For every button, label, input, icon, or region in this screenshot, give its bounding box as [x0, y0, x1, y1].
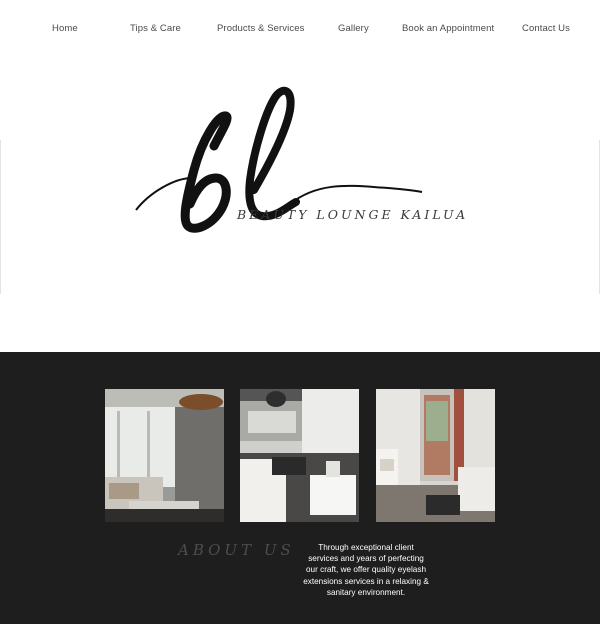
- photo-sofa-image: [240, 389, 359, 522]
- gallery-photo-sofa[interactable]: [240, 389, 359, 522]
- nav-home-link[interactable]: Home: [52, 23, 78, 34]
- about-section: ABOUT US Through exceptional client serv…: [0, 352, 600, 624]
- hero-border-left: [0, 140, 1, 294]
- nav-products-services-link[interactable]: Products & Services: [217, 23, 304, 34]
- page: Home Tips & Care Products & Services Gal…: [0, 0, 600, 624]
- nav-gallery-link[interactable]: Gallery: [338, 23, 369, 34]
- top-navigation: Home Tips & Care Products & Services Gal…: [0, 0, 600, 60]
- about-us-description: Through exceptional client services and …: [303, 543, 429, 597]
- nav-tips-care-link[interactable]: Tips & Care: [130, 23, 181, 34]
- photo-hallway-image: [376, 389, 495, 522]
- brand-logo[interactable]: BEAUTY LOUNGE KAILUA: [130, 80, 480, 240]
- logo-tagline: BEAUTY LOUNGE KAILUA: [237, 207, 469, 222]
- photo-lounge-image: [105, 389, 224, 522]
- gallery-photo-hallway[interactable]: [376, 389, 495, 522]
- hero-section: BEAUTY LOUNGE KAILUA: [0, 60, 600, 295]
- nav-contact-us-link[interactable]: Contact Us: [522, 23, 570, 34]
- nav-book-appointment-link[interactable]: Book an Appointment: [402, 23, 494, 34]
- gallery-photo-lounge[interactable]: [105, 389, 224, 522]
- about-us-heading: ABOUT US: [178, 541, 295, 559]
